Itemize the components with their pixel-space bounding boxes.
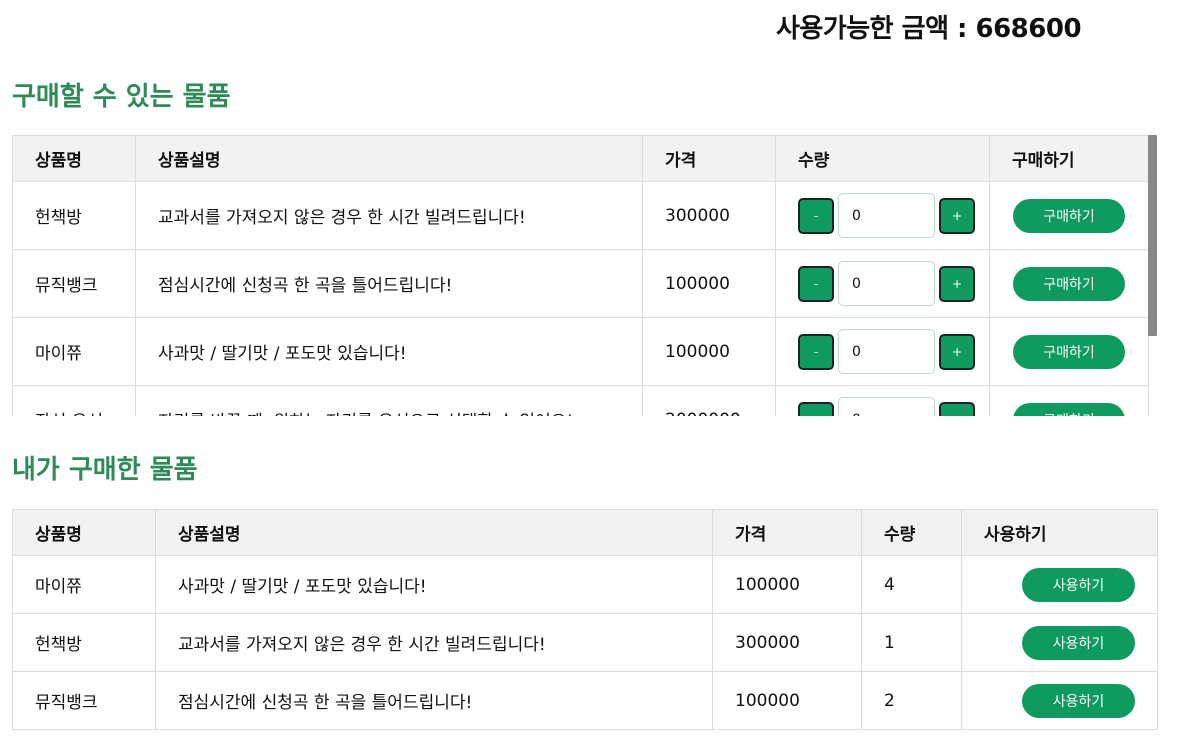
- increment-button[interactable]: +: [939, 401, 975, 416]
- table-header-row: 상품명 상품설명 가격 수량 사용하기: [12, 509, 1158, 556]
- quantity-stepper: - +: [798, 261, 989, 306]
- buy-button[interactable]: 구매하기: [1013, 266, 1125, 301]
- table-row: 마이쮸 사과맛 / 딸기맛 / 포도맛 있습니다! 100000 - + 구매하…: [12, 317, 1149, 386]
- column-header-price: 가격: [712, 509, 862, 556]
- column-header-desc: 상품설명: [135, 135, 643, 182]
- item-price: 300000: [642, 181, 776, 250]
- item-description: 자리를 바꿀 때, 원하는 자리를 우선으로 선택할 수 있어요!: [135, 385, 643, 416]
- decrement-button[interactable]: -: [798, 333, 834, 370]
- buy-cell: 구매하기: [989, 317, 1149, 386]
- item-price: 100000: [712, 671, 862, 730]
- buy-cell: 구매하기: [989, 249, 1149, 318]
- item-description: 교과서를 가져오지 않은 경우 한 시간 빌려드립니다!: [135, 181, 643, 250]
- quantity-stepper: - +: [798, 397, 989, 416]
- item-description: 사과맛 / 딸기맛 / 포도맛 있습니다!: [135, 317, 643, 386]
- scrollbar-thumb[interactable]: [1148, 135, 1157, 336]
- table-header-row: 상품명 상품설명 가격 수량 구매하기: [12, 135, 1149, 182]
- buy-button[interactable]: 구매하기: [1013, 198, 1125, 233]
- shop-table: 상품명 상품설명 가격 수량 구매하기 헌책방 교과서를 가져오지 않은 경우 …: [12, 135, 1149, 416]
- item-price: 2000000: [642, 385, 776, 416]
- quantity-cell: - +: [775, 181, 990, 250]
- item-name: 뮤직뱅크: [12, 671, 156, 730]
- quantity-input[interactable]: [838, 397, 935, 416]
- item-name: 뮤직뱅크: [12, 249, 136, 318]
- quantity-input[interactable]: [838, 329, 935, 374]
- item-price: 100000: [642, 249, 776, 318]
- column-header-desc: 상품설명: [155, 509, 713, 556]
- decrement-button[interactable]: -: [798, 401, 834, 416]
- quantity-input[interactable]: [838, 261, 935, 306]
- column-header-qty: 수량: [775, 135, 990, 182]
- item-description: 점심시간에 신청곡 한 곡을 틀어드립니다!: [155, 671, 713, 730]
- item-quantity: 1: [861, 613, 962, 672]
- buy-button[interactable]: 구매하기: [1013, 334, 1125, 369]
- table-row: 뮤직뱅크 점심시간에 신청곡 한 곡을 틀어드립니다! 100000 2 사용하…: [12, 671, 1158, 730]
- item-price: 100000: [712, 555, 862, 614]
- quantity-cell: - +: [775, 385, 990, 416]
- item-name: 헌책방: [12, 613, 156, 672]
- item-name: 좌석 우선: [12, 385, 136, 416]
- item-name: 마이쮸: [12, 555, 156, 614]
- item-quantity: 4: [861, 555, 962, 614]
- column-header-action: 사용하기: [961, 509, 1158, 556]
- use-button[interactable]: 사용하기: [1022, 567, 1135, 602]
- purchased-section-title: 내가 구매한 물품: [12, 455, 198, 485]
- buy-cell: 구매하기: [989, 385, 1149, 416]
- quantity-cell: - +: [775, 317, 990, 386]
- use-button[interactable]: 사용하기: [1022, 625, 1135, 660]
- item-price: 100000: [642, 317, 776, 386]
- increment-button[interactable]: +: [939, 333, 975, 370]
- quantity-input[interactable]: [838, 193, 935, 238]
- column-header-action: 구매하기: [989, 135, 1149, 182]
- available-balance: 사용가능한 금액 : 668600: [776, 14, 1082, 44]
- purchased-table: 상품명 상품설명 가격 수량 사용하기 마이쮸 사과맛 / 딸기맛 / 포도맛 …: [12, 509, 1158, 730]
- table-row: 좌석 우선 자리를 바꿀 때, 원하는 자리를 우선으로 선택할 수 있어요! …: [12, 385, 1149, 416]
- quantity-cell: - +: [775, 249, 990, 318]
- quantity-stepper: - +: [798, 329, 989, 374]
- table-row: 헌책방 교과서를 가져오지 않은 경우 한 시간 빌려드립니다! 300000 …: [12, 181, 1149, 250]
- use-cell: 사용하기: [961, 555, 1158, 614]
- table-row: 뮤직뱅크 점심시간에 신청곡 한 곡을 틀어드립니다! 100000 - + 구…: [12, 249, 1149, 318]
- item-name: 헌책방: [12, 181, 136, 250]
- column-header-price: 가격: [642, 135, 776, 182]
- shop-section-title: 구매할 수 있는 물품: [12, 82, 231, 112]
- column-header-name: 상품명: [12, 135, 136, 182]
- shop-table-scroll[interactable]: 상품명 상품설명 가격 수량 구매하기 헌책방 교과서를 가져오지 않은 경우 …: [12, 135, 1157, 416]
- column-header-name: 상품명: [12, 509, 156, 556]
- decrement-button[interactable]: -: [798, 197, 834, 234]
- decrement-button[interactable]: -: [798, 265, 834, 302]
- item-quantity: 2: [861, 671, 962, 730]
- use-cell: 사용하기: [961, 613, 1158, 672]
- buy-cell: 구매하기: [989, 181, 1149, 250]
- item-description: 점심시간에 신청곡 한 곡을 틀어드립니다!: [135, 249, 643, 318]
- use-cell: 사용하기: [961, 671, 1158, 730]
- item-description: 사과맛 / 딸기맛 / 포도맛 있습니다!: [155, 555, 713, 614]
- column-header-qty: 수량: [861, 509, 962, 556]
- use-button[interactable]: 사용하기: [1022, 683, 1135, 718]
- table-row: 마이쮸 사과맛 / 딸기맛 / 포도맛 있습니다! 100000 4 사용하기: [12, 555, 1158, 614]
- item-description: 교과서를 가져오지 않은 경우 한 시간 빌려드립니다!: [155, 613, 713, 672]
- increment-button[interactable]: +: [939, 197, 975, 234]
- buy-button[interactable]: 구매하기: [1013, 402, 1125, 416]
- quantity-stepper: - +: [798, 193, 989, 238]
- increment-button[interactable]: +: [939, 265, 975, 302]
- item-price: 300000: [712, 613, 862, 672]
- item-name: 마이쮸: [12, 317, 136, 386]
- table-row: 헌책방 교과서를 가져오지 않은 경우 한 시간 빌려드립니다! 300000 …: [12, 613, 1158, 672]
